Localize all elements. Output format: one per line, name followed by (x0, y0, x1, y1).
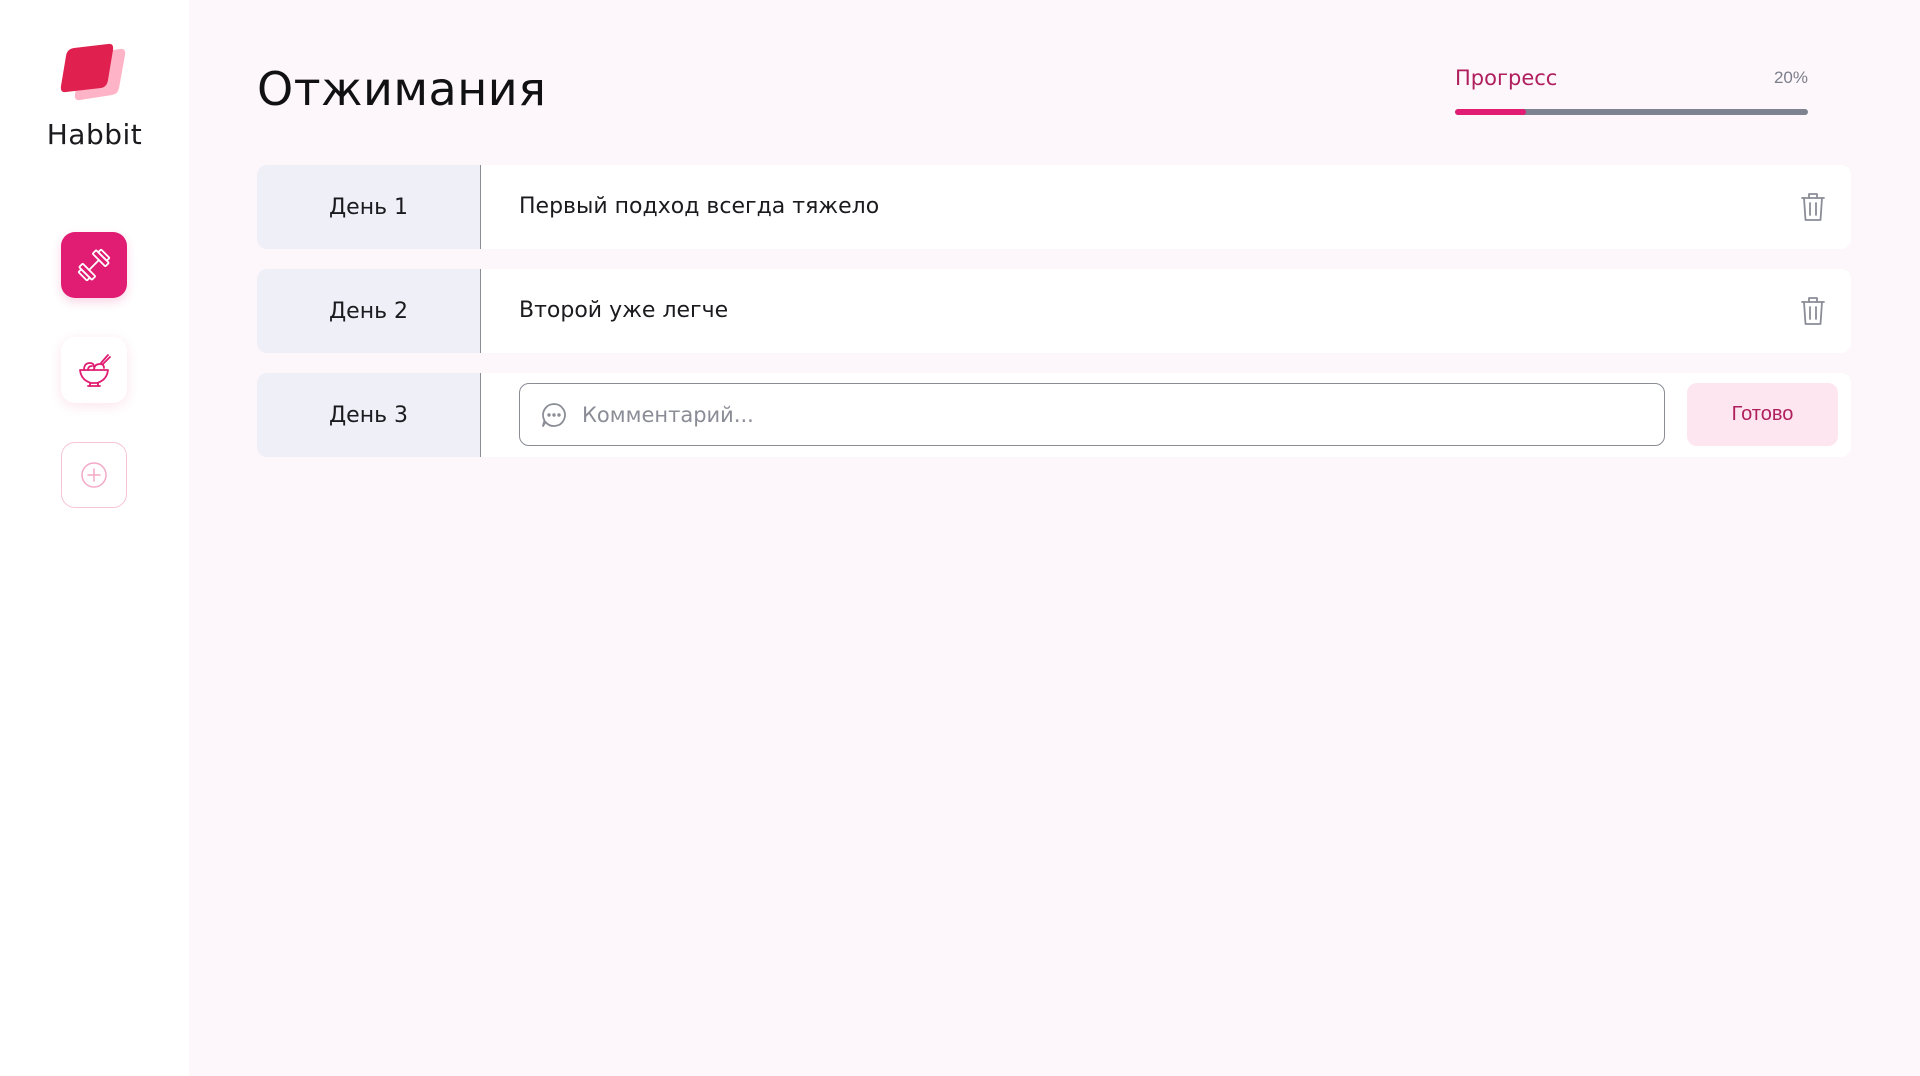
progress-value: 20% (1773, 68, 1808, 87)
new-day-entry: День 3 Готово (257, 373, 1851, 457)
done-button[interactable]: Готово (1687, 383, 1838, 446)
noodle-bowl-icon (79, 354, 111, 387)
sidebar-item-food[interactable] (61, 337, 127, 403)
day-label: День 2 (257, 269, 481, 353)
comment-field[interactable] (519, 383, 1665, 446)
logo-text: Habbit (46, 118, 143, 151)
dumbbell-icon (77, 248, 111, 282)
day-entry: День 1 Первый подход всегда тяжело (257, 165, 1851, 249)
page-title: Отжимания (257, 62, 547, 116)
day-comment: Второй уже легче (519, 298, 729, 323)
progress-bar (1455, 109, 1808, 115)
add-habit-button[interactable] (61, 442, 127, 508)
delete-button[interactable] (1795, 189, 1831, 225)
sidebar: Habbit (0, 0, 189, 1076)
day-list: День 1 Первый подход всегда тяжело День … (257, 165, 1851, 477)
comment-input[interactable] (580, 384, 1654, 446)
sidebar-item-pushups[interactable] (61, 232, 127, 298)
day-label: День 1 (257, 165, 481, 249)
trash-icon (1801, 297, 1825, 325)
comment-bubble-icon (542, 403, 566, 427)
logo[interactable]: Habbit (0, 40, 189, 160)
delete-button[interactable] (1795, 293, 1831, 329)
trash-icon (1801, 193, 1825, 221)
progress-widget: Прогресс 20% (1455, 66, 1808, 120)
progress-bar-fill (1455, 109, 1526, 115)
habbit-logo-icon (60, 43, 126, 101)
app: Habbit Отжимания Прогресс 20% День 1 Пер… (0, 0, 1920, 1076)
day-entry: День 2 Второй уже легче (257, 269, 1851, 353)
plus-circle-icon (81, 462, 107, 488)
day-comment: Первый подход всегда тяжело (519, 194, 880, 219)
progress-label: Прогресс (1455, 66, 1558, 90)
day-label: День 3 (257, 373, 481, 457)
